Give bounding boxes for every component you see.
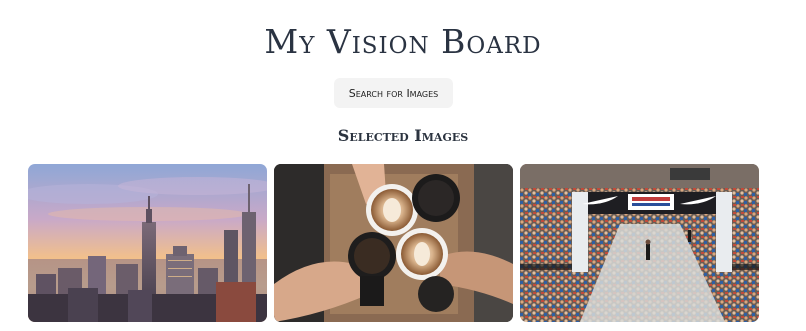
marathon-image xyxy=(520,164,759,322)
coffee-toast-image xyxy=(274,164,513,322)
selected-images-heading: Selected Images xyxy=(337,126,469,145)
page-title: My Vision Board xyxy=(264,22,542,61)
search-images-button[interactable]: Search for Images xyxy=(334,78,453,108)
image-city-skyline[interactable] xyxy=(28,164,267,322)
city-skyline-image xyxy=(28,164,267,322)
image-gallery xyxy=(28,164,760,322)
image-marathon-finish[interactable] xyxy=(520,164,759,322)
image-coffee-toast[interactable] xyxy=(274,164,513,322)
